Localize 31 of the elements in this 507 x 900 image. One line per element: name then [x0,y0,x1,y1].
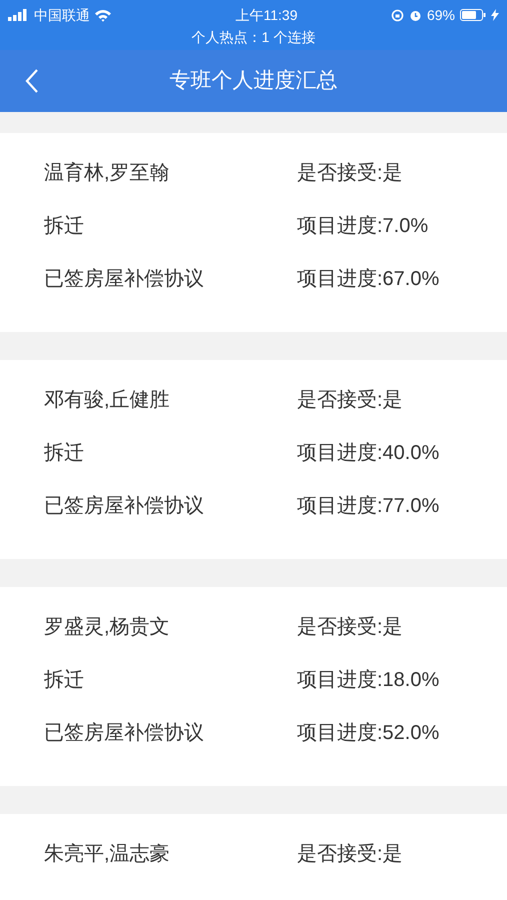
row-label: 拆迁 [44,440,85,466]
page-title: 专班个人进度汇总 [170,68,338,94]
row-label: 拆迁 [44,214,85,238]
row-value: 是否接受:是 [297,614,403,640]
row-label: 朱亮平,温志豪 [44,842,171,866]
battery-icon [460,9,486,21]
row-label: 邓有骏,丘健胜 [44,388,171,412]
charging-bolt-icon [491,9,499,21]
row-value: 是否接受:是 [297,842,403,866]
row-label: 已签房屋补偿协议 [44,266,205,292]
row-value: 项目进度:52.0% [297,720,440,746]
row-label: 拆迁 [44,668,85,692]
row-label: 已签房屋补偿协议 [44,494,205,518]
alarm-clock-icon [408,8,422,22]
row-value: 项目进度:7.0% [297,214,428,238]
row-value: 项目进度:77.0% [297,494,440,518]
row-label: 罗盛灵,杨贵文 [44,614,171,640]
wifi-icon [94,8,112,22]
row-value: 项目进度:67.0% [297,266,440,292]
row-label: 温育林,罗至翰 [44,160,171,186]
row-value: 项目进度:40.0% [297,440,440,466]
row-label: 已签房屋补偿协议 [44,720,205,746]
row-value: 项目进度:18.0% [297,668,440,692]
rotation-lock-icon [390,8,404,22]
back-chevron-icon [25,68,39,94]
battery-percent: 69% [426,6,455,24]
hotspot-text: 个人热点：1 个连接 [190,28,316,47]
status-time: 上午11:39 [235,6,298,24]
row-value: 是否接受:是 [297,160,403,186]
carrier-name: 中国联通 [34,6,90,24]
row-value: 是否接受:是 [297,388,403,412]
